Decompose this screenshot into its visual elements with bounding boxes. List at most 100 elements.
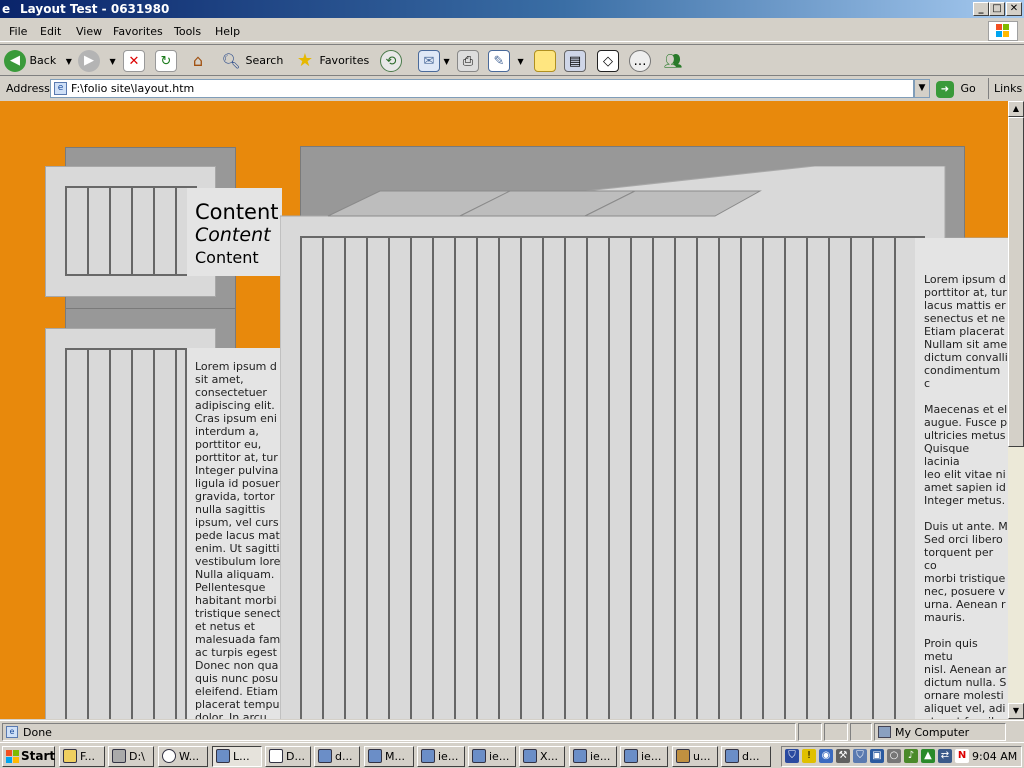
taskbar-button-ie-1[interactable]: d... [314,746,360,767]
address-bar: Address e F:\folio site\layout.htm ▼ ➜ G… [0,78,1024,99]
vertical-scrollbar[interactable]: ▲ ▼ [1008,101,1024,719]
menu-bar: File Edit View Favorites Tools Help [0,20,1024,42]
ie-icon [318,749,332,763]
edit-button[interactable]: ✎ ▼ [488,49,524,73]
scroll-up-icon[interactable]: ▲ [1008,101,1024,117]
app-tray-icon[interactable]: ▣ [870,749,884,763]
menu-tools[interactable]: Tools [174,25,201,38]
back-dropdown-icon[interactable]: ▼ [66,57,72,66]
taskbar-button-d[interactable]: d... [721,746,771,767]
taskbar-button-winamp[interactable]: W... [158,746,208,767]
speech-bubble-icon: … [629,50,651,72]
network-icon[interactable]: ◉ [819,749,833,763]
windows-logo-icon [988,21,1018,41]
norton-icon[interactable]: N [955,749,969,763]
minimize-button[interactable]: _ [973,2,989,16]
history-icon: ⟲ [380,50,402,72]
go-label: Go [960,82,976,95]
search-label: Search [245,54,284,67]
page-viewport: Content Content Content Lorem ipsum d si… [0,101,1008,719]
forward-dropdown-icon[interactable]: ▼ [110,57,116,66]
search-button[interactable]: 🔍︎ Search [220,49,283,73]
ie-logo-icon: e [2,2,11,16]
print-button[interactable]: ⎙ [457,49,479,73]
warning-icon[interactable]: ! [802,749,816,763]
back-arrow-icon: ◀ [4,50,26,72]
shield-blue-icon[interactable]: ⛉ [853,749,867,763]
refresh-button[interactable]: ↻ [155,49,177,73]
messenger-chat-button[interactable]: … [629,49,651,73]
shield-icon[interactable]: ⛉ [785,749,799,763]
go-arrow-icon: ➜ [936,80,954,98]
right-lorem-text: Lorem ipsum d porttitor at, tur lacus ma… [924,273,1008,719]
content-heading-box: Content Content Content [187,188,282,276]
taskbar-button-word[interactable]: D... [265,746,311,767]
taskbar: Start F... D:\ W... L... D... d... M... … [0,742,1024,768]
taskbar-button-ie-2[interactable]: M... [364,746,414,767]
mail-button[interactable]: ✉ ▼ [418,49,450,73]
taskbar-button-ie-3[interactable]: ie... [417,746,465,767]
home-icon: ⌂ [192,51,204,70]
word-icon [269,749,283,763]
start-button[interactable]: Start [2,746,55,767]
taskbar-button-u[interactable]: u... [672,746,718,767]
taskbar-button-folder[interactable]: F... [59,746,105,767]
ie-icon [573,749,587,763]
address-dropdown-icon[interactable]: ▼ [914,79,930,98]
restore-button[interactable]: □ [989,2,1005,16]
taskbar-button-x[interactable]: X... [519,746,565,767]
taskbar-button-ie-6[interactable]: ie... [620,746,668,767]
back-button[interactable]: ◀ Back ▼ [4,49,72,73]
menu-favorites[interactable]: Favorites [113,25,163,38]
left-lorem-text: Lorem ipsum d sit amet, consectetuer adi… [195,360,281,719]
ie-icon [368,749,382,763]
drive-icon [112,749,126,763]
menu-view[interactable]: View [76,25,102,38]
address-input[interactable]: e F:\folio site\layout.htm [50,79,914,98]
edit-page-icon: ✎ [488,50,510,72]
research-button[interactable]: ▤ [564,49,586,73]
star-icon: ★ [296,50,314,71]
standard-toolbar: ◀ Back ▼ ▶ ▼ ✕ ↻ ⌂ 🔍︎ Search ★ Favorites… [0,44,1024,76]
address-label: Address [6,82,50,95]
forward-button[interactable]: ▶ ▼ [78,49,116,73]
discuss-button[interactable] [534,49,556,73]
research-icon: ▤ [564,50,586,72]
messenger-button[interactable]: 👥︎ [662,49,684,73]
history-button[interactable]: ⟲ [380,49,402,73]
menu-edit[interactable]: Edit [40,25,61,38]
start-label: Start [21,749,56,763]
media-button[interactable]: ◇ [597,49,619,73]
mail-dropdown-icon[interactable]: ▼ [444,57,450,66]
volume-icon[interactable]: ♪ [904,749,918,763]
globe-icon[interactable]: ○ [887,749,901,763]
status-segment-2 [824,723,848,741]
status-segment-1 [798,723,822,741]
tool-icon[interactable]: ⚒ [836,749,850,763]
clock[interactable]: 9:04 AM [972,750,1017,763]
scroll-down-icon[interactable]: ▼ [1008,703,1024,719]
home-button[interactable]: ⌂ [187,49,209,73]
menu-file[interactable]: File [9,25,27,38]
triangle-icon[interactable]: ▲ [921,749,935,763]
taskbar-button-drive[interactable]: D:\ [108,746,154,767]
status-zone: My Computer [895,726,970,739]
go-button[interactable]: ➜ Go [936,79,976,98]
title-bar[interactable]: e Layout Test - 0631980 _ □ ✕ [0,0,1024,18]
taskbar-button-layout-test[interactable]: L... [212,746,262,767]
address-value: F:\folio site\layout.htm [71,82,195,95]
stop-button[interactable]: ✕ [123,49,145,73]
menu-help[interactable]: Help [215,25,240,38]
sync-icon[interactable]: ⇄ [938,749,952,763]
edit-dropdown-icon[interactable]: ▼ [518,57,524,66]
media-player-icon [162,749,176,763]
links-toolbar[interactable]: Links [988,78,1022,99]
folder-icon [63,749,77,763]
favorites-button[interactable]: ★ Favorites [294,49,369,73]
scroll-thumb[interactable] [1008,117,1024,447]
status-text-segment: e Done [2,723,796,741]
taskbar-button-ie-4[interactable]: ie... [468,746,516,767]
page-status-icon: e [6,726,18,738]
close-button[interactable]: ✕ [1006,2,1022,16]
taskbar-button-ie-5[interactable]: ie... [569,746,617,767]
